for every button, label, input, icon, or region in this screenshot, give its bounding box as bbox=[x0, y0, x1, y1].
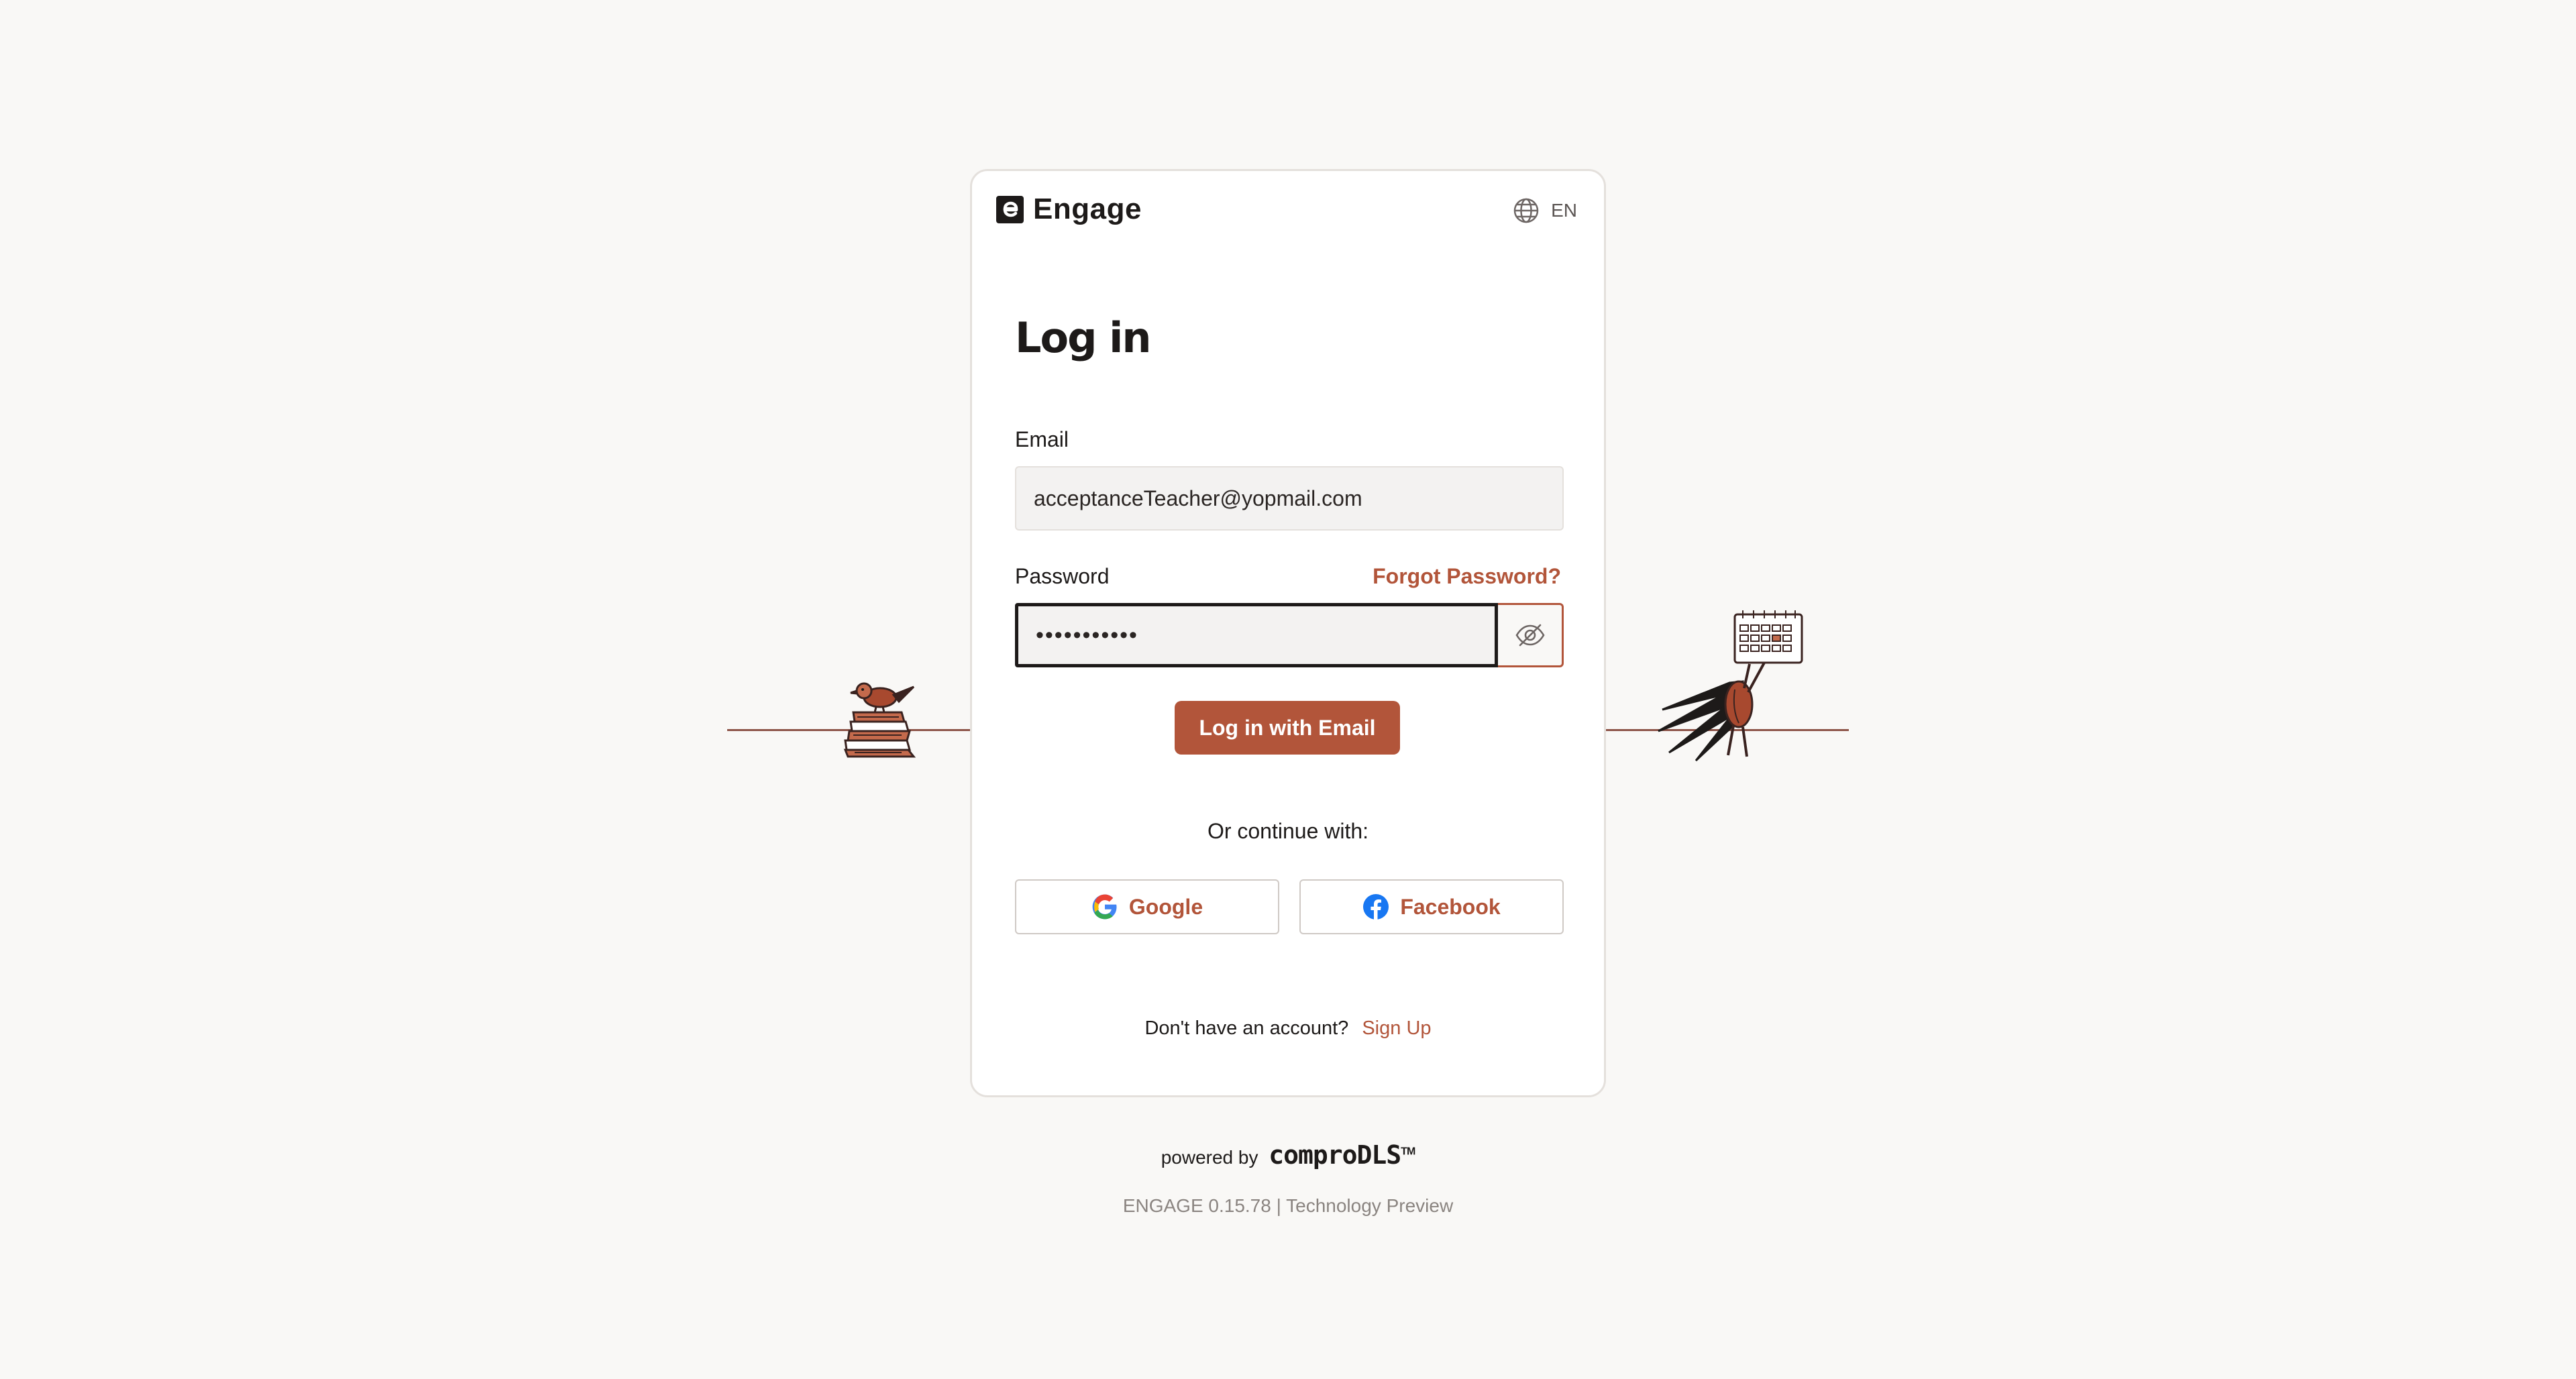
powered-by-prefix: powered by bbox=[1161, 1147, 1258, 1168]
or-continue-text: Or continue with: bbox=[1207, 819, 1369, 843]
email-label: Email bbox=[1015, 427, 1069, 451]
eye-off-icon bbox=[1515, 624, 1545, 647]
critter-calendar-illustration bbox=[1658, 610, 1803, 762]
forgot-password-link[interactable]: Forgot Password? bbox=[1373, 564, 1561, 589]
login-card: Engage EN Log in Email Password Forgot P… bbox=[970, 169, 1606, 1097]
signup-prompt: Don't have an account? bbox=[1144, 1017, 1349, 1039]
globe-icon bbox=[1513, 198, 1539, 223]
login-page: Engage EN Log in Email Password Forgot P… bbox=[0, 0, 2576, 1379]
brand: Engage bbox=[996, 192, 1142, 226]
books-bird-illustration bbox=[843, 682, 916, 758]
google-icon bbox=[1092, 894, 1117, 920]
comprodls-wordmark: comproDLS bbox=[1269, 1140, 1401, 1170]
comprodls-logo: comproDLSTM bbox=[1269, 1140, 1415, 1170]
brand-name: Engage bbox=[1033, 192, 1142, 225]
password-label: Password bbox=[1015, 564, 1110, 588]
password-visibility-toggle[interactable] bbox=[1498, 603, 1564, 667]
password-field[interactable] bbox=[1015, 603, 1498, 667]
facebook-login-button[interactable]: Facebook bbox=[1299, 879, 1564, 934]
version-text: ENGAGE 0.15.78 | Technology Preview bbox=[1122, 1195, 1454, 1216]
sign-up-link[interactable]: Sign Up bbox=[1362, 1017, 1431, 1039]
powered-by: powered by comproDLSTM bbox=[0, 1140, 2576, 1170]
engage-logo-icon bbox=[996, 195, 1024, 223]
google-label: Google bbox=[1128, 894, 1203, 919]
facebook-label: Facebook bbox=[1400, 894, 1501, 919]
language-code: EN bbox=[1551, 200, 1577, 221]
login-with-email-button[interactable]: Log in with Email bbox=[1175, 701, 1400, 755]
page-title: Log in bbox=[1015, 313, 1151, 362]
email-field[interactable] bbox=[1015, 466, 1564, 531]
signup-row: Don't have an account? Sign Up bbox=[972, 1017, 1604, 1040]
facebook-icon bbox=[1363, 894, 1389, 920]
trademark-mark: TM bbox=[1401, 1146, 1415, 1158]
language-selector[interactable]: EN bbox=[1512, 197, 1577, 225]
google-login-button[interactable]: Google bbox=[1015, 879, 1279, 934]
